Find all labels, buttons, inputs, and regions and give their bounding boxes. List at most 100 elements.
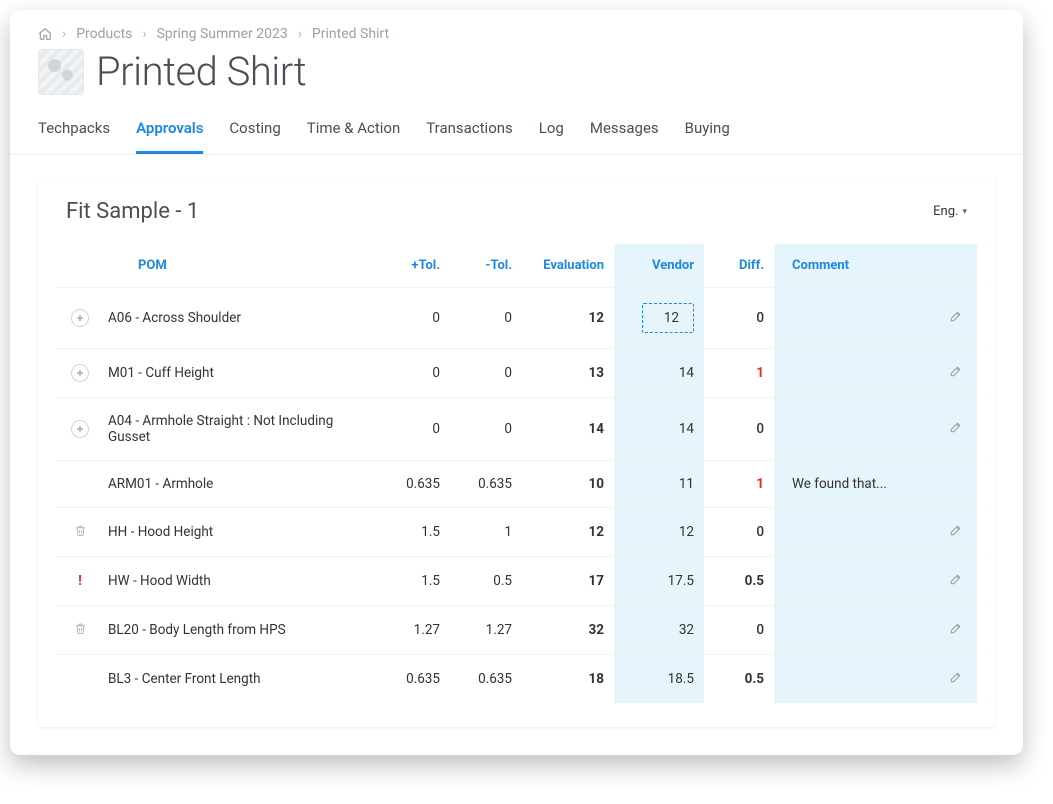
tab-techpacks[interactable]: Techpacks	[38, 119, 110, 154]
tab-approvals[interactable]: Approvals	[136, 119, 203, 154]
table-row: ARM01 - Armhole0.6350.63510111We found t…	[56, 461, 977, 508]
breadcrumb: › Products › Spring Summer 2023 › Printe…	[38, 26, 995, 42]
ntol-cell: 0.5	[450, 557, 522, 606]
expand-button[interactable]: +	[71, 364, 89, 382]
expand-button[interactable]: +	[71, 420, 89, 438]
comment-cell	[774, 606, 935, 655]
col-header-comment[interactable]: Comment	[774, 244, 935, 288]
table-wrap: POM +Tol. -Tol. Evaluation Vendor Diff. …	[38, 234, 995, 727]
ntol-cell: 1.27	[450, 606, 522, 655]
evaluation-cell: 18	[522, 655, 614, 704]
expand-button[interactable]: +	[71, 309, 89, 327]
ptol-cell: 0.635	[378, 655, 450, 704]
table-row: + A04 - Armhole Straight : Not Including …	[56, 398, 977, 461]
col-header-vendor[interactable]: Vendor	[614, 244, 704, 288]
breadcrumb-link-products[interactable]: Products	[76, 26, 132, 42]
diff-cell: 0.5	[704, 557, 774, 606]
ptol-cell: 1.5	[378, 557, 450, 606]
vendor-cell[interactable]: 12	[614, 508, 704, 557]
evaluation-cell: 12	[522, 288, 614, 349]
pencil-icon[interactable]	[949, 309, 963, 323]
panel-header: Fit Sample - 1 Eng. ▾	[38, 177, 995, 234]
ptol-cell: 1.5	[378, 508, 450, 557]
measurements-table: POM +Tol. -Tol. Evaluation Vendor Diff. …	[56, 244, 977, 703]
table-row: BL3 - Center Front Length0.6350.6351818.…	[56, 655, 977, 704]
ptol-cell: 0.635	[378, 461, 450, 508]
evaluation-cell: 10	[522, 461, 614, 508]
comment-cell	[774, 557, 935, 606]
breadcrumb-link-product[interactable]: Printed Shirt	[312, 26, 389, 42]
pom-cell: HH - Hood Height	[98, 508, 378, 557]
table-row: +A06 - Across Shoulder0012120	[56, 288, 977, 349]
col-header-evaluation[interactable]: Evaluation	[522, 244, 614, 288]
language-label: Eng.	[933, 204, 958, 219]
pencil-icon[interactable]	[949, 670, 963, 684]
comment-cell	[774, 508, 935, 557]
vendor-cell[interactable]: 12	[614, 288, 704, 349]
pom-cell: M01 - Cuff Height	[98, 349, 378, 398]
language-select[interactable]: Eng. ▾	[933, 204, 967, 219]
pom-cell: BL20 - Body Length from HPS	[98, 606, 378, 655]
diff-cell: 0	[704, 606, 774, 655]
pom-cell: HW - Hood Width	[98, 557, 378, 606]
ntol-cell: 0.635	[450, 655, 522, 704]
home-icon[interactable]	[38, 27, 52, 41]
tab-time-action[interactable]: Time & Action	[307, 119, 401, 154]
col-header-ptol[interactable]: +Tol.	[378, 244, 450, 288]
tabs: Techpacks Approvals Costing Time & Action Tr…	[10, 119, 1023, 155]
chevron-right-icon: ›	[142, 26, 146, 42]
header: › Products › Spring Summer 2023 › Printe…	[10, 10, 1023, 95]
diff-cell: 1	[704, 349, 774, 398]
page-title: Printed Shirt	[96, 48, 306, 95]
ntol-cell: 0	[450, 398, 522, 461]
vendor-cell[interactable]: 17.5	[614, 557, 704, 606]
col-header-diff[interactable]: Diff.	[704, 244, 774, 288]
pencil-icon[interactable]	[949, 420, 963, 434]
col-header-ntol[interactable]: -Tol.	[450, 244, 522, 288]
warning-icon: !	[78, 573, 82, 589]
trash-icon[interactable]	[74, 524, 87, 537]
tab-costing[interactable]: Costing	[229, 119, 280, 154]
evaluation-cell: 32	[522, 606, 614, 655]
tab-log[interactable]: Log	[539, 119, 564, 154]
table-row: +M01 - Cuff Height0013141	[56, 349, 977, 398]
diff-cell: 0	[704, 398, 774, 461]
ptol-cell: 1.27	[378, 606, 450, 655]
vendor-input[interactable]: 12	[642, 303, 694, 333]
comment-cell	[774, 349, 935, 398]
ntol-cell: 1	[450, 508, 522, 557]
evaluation-cell: 14	[522, 398, 614, 461]
breadcrumb-link-season[interactable]: Spring Summer 2023	[157, 26, 288, 42]
pencil-icon[interactable]	[949, 621, 963, 635]
pom-cell: A04 - Armhole Straight : Not Including G…	[98, 398, 378, 461]
tab-messages[interactable]: Messages	[590, 119, 659, 154]
ntol-cell: 0.635	[450, 461, 522, 508]
vendor-cell[interactable]: 11	[614, 461, 704, 508]
diff-cell: 0	[704, 508, 774, 557]
tab-transactions[interactable]: Transactions	[426, 119, 513, 154]
trash-icon[interactable]	[74, 622, 87, 635]
chevron-right-icon: ›	[298, 26, 302, 42]
ptol-cell: 0	[378, 288, 450, 349]
evaluation-cell: 12	[522, 508, 614, 557]
chevron-right-icon: ›	[62, 26, 66, 42]
tab-buying[interactable]: Buying	[685, 119, 730, 154]
vendor-cell[interactable]: 14	[614, 398, 704, 461]
pom-cell: A06 - Across Shoulder	[98, 288, 378, 349]
ptol-cell: 0	[378, 349, 450, 398]
pencil-icon[interactable]	[949, 364, 963, 378]
evaluation-cell: 17	[522, 557, 614, 606]
pencil-icon[interactable]	[949, 523, 963, 537]
vendor-cell[interactable]: 18.5	[614, 655, 704, 704]
pencil-icon[interactable]	[949, 572, 963, 586]
table-row: !HW - Hood Width1.50.51717.50.5	[56, 557, 977, 606]
panel-title: Fit Sample - 1	[66, 199, 199, 224]
vendor-cell[interactable]: 14	[614, 349, 704, 398]
vendor-cell[interactable]: 32	[614, 606, 704, 655]
app-window: › Products › Spring Summer 2023 › Printe…	[10, 10, 1023, 755]
comment-cell	[774, 288, 935, 349]
table-row: HH - Hood Height1.5112120	[56, 508, 977, 557]
product-thumbnail[interactable]	[38, 49, 84, 95]
col-header-pom[interactable]: POM	[98, 244, 378, 288]
caret-down-icon: ▾	[962, 207, 967, 217]
